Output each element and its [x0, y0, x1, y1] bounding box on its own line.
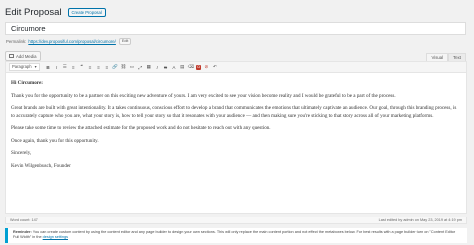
editor-content[interactable]: Hi Circumore: Thank you for the opportun… — [6, 73, 466, 170]
content-editor[interactable]: Paragraph ▾ B I ☰ ≡ ❝ ≡ ≡ ≡ 🔗 ⛓ ▭ ⤢ ▦ I … — [5, 61, 467, 214]
editor-statusbar: Word count: 147 Last edited by admin on … — [5, 217, 467, 224]
reminder-notice: Reminder: You can create custom content … — [5, 228, 467, 243]
paragraph-5: Sincerely, — [11, 150, 32, 157]
italic-icon[interactable]: I — [53, 65, 59, 70]
blockquote-icon[interactable]: ❝ — [79, 64, 85, 70]
align-left-icon[interactable]: ≡ — [87, 65, 93, 70]
unlink-icon[interactable]: ⛓ — [121, 64, 127, 70]
chevron-down-icon: ▾ — [34, 64, 37, 69]
permalink-label: Permalink: — [6, 38, 27, 44]
color-icon[interactable]: A — [171, 65, 177, 70]
redo-icon[interactable]: ⊘ — [203, 64, 209, 70]
align-center-icon[interactable]: ≡ — [95, 65, 101, 70]
fullscreen-icon[interactable]: ⤢ — [137, 65, 143, 70]
permalink-row: Permalink: https://dev.proposiful.com/pr… — [6, 37, 132, 45]
editor-toolbar: Paragraph ▾ B I ☰ ≡ ❝ ≡ ≡ ≡ 🔗 ⛓ ▭ ⤢ ▦ I … — [6, 62, 466, 73]
notice-label: Reminder: — [13, 230, 32, 234]
format-select-value: Paragraph — [12, 64, 32, 69]
title-input[interactable]: Circumore — [5, 22, 466, 35]
permalink-edit-button[interactable]: Edit — [118, 37, 132, 45]
create-proposal-button[interactable]: Create Proposal — [67, 7, 106, 17]
toolbar-toggle-icon[interactable]: ▦ — [146, 64, 152, 70]
paragraph-3: Please take some time to review the atta… — [11, 125, 271, 132]
no-italic-icon[interactable]: I — [154, 65, 160, 70]
design-settings-link[interactable]: design settings — [43, 235, 68, 239]
paragraph-2: Great brands are built with great intent… — [11, 105, 457, 119]
word-count: Word count: 147 — [10, 218, 38, 222]
permalink-url[interactable]: https://dev.proposiful.com/proposal/circ… — [28, 39, 116, 44]
paste-text-icon[interactable]: ▤ — [179, 64, 185, 70]
bold-icon[interactable]: B — [45, 65, 51, 70]
media-icon — [9, 54, 14, 58]
add-media-label: Add Media — [16, 53, 37, 59]
page-title: Edit Proposal — [5, 6, 62, 18]
page-header: Edit Proposal Create Proposal — [5, 4, 106, 20]
paragraph-1: Thank you for the opportunity to be a pa… — [11, 92, 396, 99]
strikethrough-icon[interactable]: S — [163, 65, 169, 70]
paragraph-6: Kevin Wilgenbusch, Founder — [11, 162, 71, 169]
more-tag-icon[interactable]: ▭ — [129, 64, 135, 70]
undo-icon[interactable]: ↶ — [212, 64, 218, 70]
last-edited: Last edited by admin on May 23, 2019 at … — [378, 218, 462, 222]
paragraph-4: Once again, thank you for this opportuni… — [11, 137, 99, 144]
format-select[interactable]: Paragraph ▾ — [9, 63, 40, 71]
notice-text: You can create custom content by using t… — [13, 230, 456, 239]
special-char-icon[interactable]: Ω — [196, 64, 202, 70]
numbered-list-icon[interactable]: ≡ — [70, 65, 76, 70]
link-icon[interactable]: 🔗 — [112, 64, 118, 70]
align-right-icon[interactable]: ≡ — [104, 65, 110, 70]
clear-format-icon[interactable]: ⌫ — [188, 64, 195, 70]
greeting-text: Hi Circumore: — [11, 80, 43, 86]
bulleted-list-icon[interactable]: ☰ — [62, 64, 68, 70]
add-media-button[interactable]: Add Media — [5, 51, 41, 61]
